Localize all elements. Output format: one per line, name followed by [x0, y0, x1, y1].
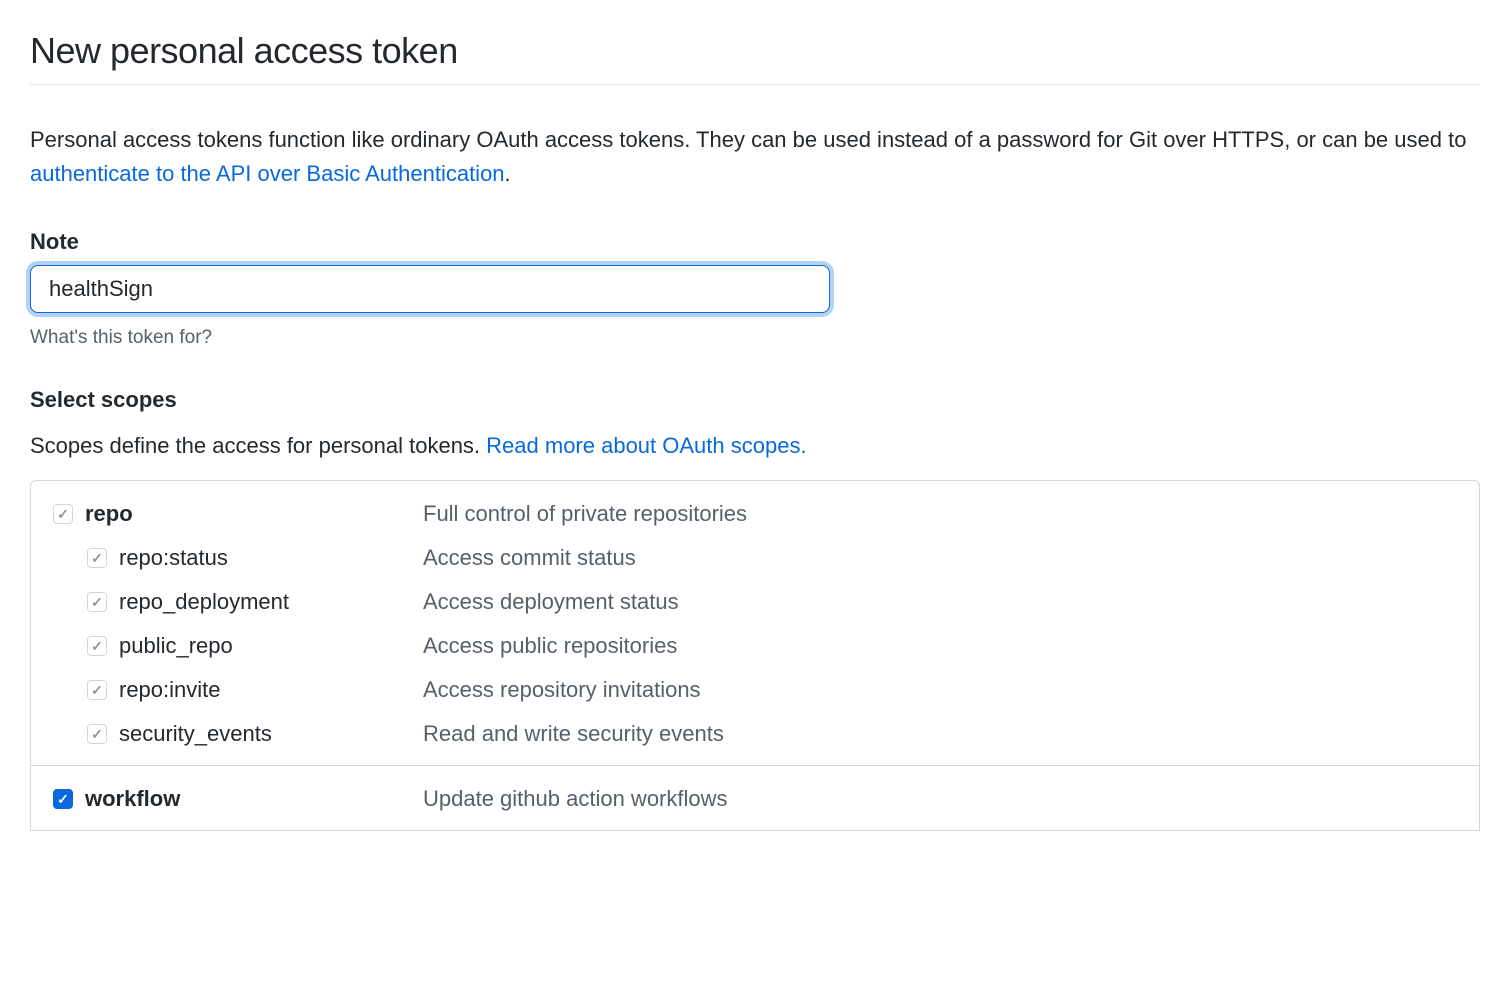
- scope-row-repo-status: repo:status Access commit status: [53, 545, 1457, 571]
- oauth-scopes-link[interactable]: Read more about OAuth scopes.: [486, 433, 806, 458]
- scope-name-workflow[interactable]: workflow: [85, 786, 423, 812]
- note-input[interactable]: [30, 265, 830, 313]
- note-field-group: Note What's this token for?: [30, 229, 1480, 349]
- scope-name-public-repo[interactable]: public_repo: [119, 633, 423, 659]
- page-title: New personal access token: [30, 30, 1480, 85]
- scope-name-repo[interactable]: repo: [85, 501, 423, 527]
- checkbox-repo-status[interactable]: [87, 548, 107, 568]
- scope-desc-public-repo: Access public repositories: [423, 633, 677, 659]
- scope-desc-repo-deployment: Access deployment status: [423, 589, 679, 615]
- scope-row-repo-invite: repo:invite Access repository invitation…: [53, 677, 1457, 703]
- scopes-intro: Scopes define the access for personal to…: [30, 429, 1480, 462]
- note-hint: What's this token for?: [30, 327, 1480, 349]
- scope-name-security-events[interactable]: security_events: [119, 721, 423, 747]
- scope-name-repo-deployment[interactable]: repo_deployment: [119, 589, 423, 615]
- scope-desc-workflow: Update github action workflows: [423, 786, 728, 812]
- description-text: Personal access tokens function like ord…: [30, 127, 1466, 152]
- scope-group-workflow: workflow Update github action workflows: [31, 766, 1479, 830]
- scope-group-repo: repo Full control of private repositorie…: [31, 481, 1479, 766]
- checkbox-security-events[interactable]: [87, 724, 107, 744]
- checkbox-repo-deployment[interactable]: [87, 592, 107, 612]
- scopes-intro-text: Scopes define the access for personal to…: [30, 433, 486, 458]
- scope-desc-repo: Full control of private repositories: [423, 501, 747, 527]
- checkbox-repo[interactable]: [53, 504, 73, 524]
- scope-row-repo: repo Full control of private repositorie…: [53, 501, 1457, 527]
- scope-desc-repo-status: Access commit status: [423, 545, 636, 571]
- checkbox-workflow[interactable]: [53, 789, 73, 809]
- scopes-box: repo Full control of private repositorie…: [30, 480, 1480, 831]
- checkbox-repo-invite[interactable]: [87, 680, 107, 700]
- auth-api-link[interactable]: authenticate to the API over Basic Authe…: [30, 161, 505, 186]
- scope-desc-security-events: Read and write security events: [423, 721, 724, 747]
- scope-row-workflow: workflow Update github action workflows: [53, 786, 1457, 812]
- scope-row-repo-deployment: repo_deployment Access deployment status: [53, 589, 1457, 615]
- select-scopes-heading: Select scopes: [30, 387, 1480, 413]
- note-label: Note: [30, 229, 1480, 255]
- scope-name-repo-invite[interactable]: repo:invite: [119, 677, 423, 703]
- scope-row-security-events: security_events Read and write security …: [53, 721, 1457, 747]
- scope-desc-repo-invite: Access repository invitations: [423, 677, 701, 703]
- description-suffix: .: [505, 161, 511, 186]
- scope-name-repo-status[interactable]: repo:status: [119, 545, 423, 571]
- checkbox-public-repo[interactable]: [87, 636, 107, 656]
- page-description: Personal access tokens function like ord…: [30, 123, 1480, 191]
- scope-row-public-repo: public_repo Access public repositories: [53, 633, 1457, 659]
